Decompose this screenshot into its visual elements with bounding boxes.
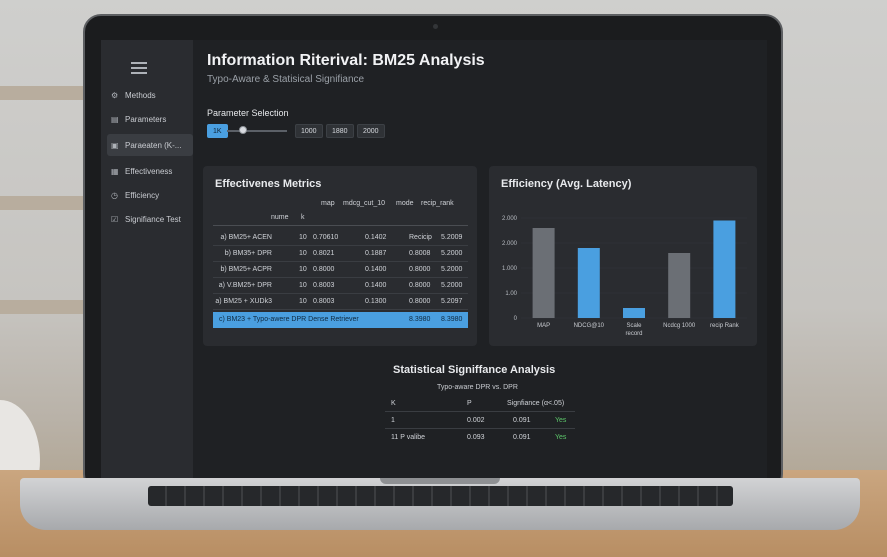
main-content: Information Riterival: BM25 Analysis Typ… [193,40,767,480]
significance-yes-badge: Yes [555,434,567,441]
laptop-notch [380,478,500,484]
significance-header: K P Signfiance (α<.05) [385,396,575,412]
table-row[interactable]: a) BM25+ ACEN 10 0.70610 0.1402 Recicip … [213,230,468,246]
sidebar-item-label: Parameters [125,114,167,124]
background-shelf [0,196,95,210]
significance-subtitle: Typo-aware DPR vs. DPR [437,384,518,391]
sidebar-item-parameters[interactable]: ▤ Parameters [107,108,189,130]
y-tick-label: 0 [514,316,518,322]
document-icon: ▣ [111,140,119,150]
y-tick-label: 1.00 [505,291,517,297]
param-chip-2000[interactable]: 2000 [357,124,385,138]
keyboard [148,486,733,506]
background-shelf [0,300,95,314]
table-row[interactable]: a) BM25 + XUDk3 10 0.8003 0.1300 0.8000 … [213,294,468,310]
webcam [433,24,438,29]
sidebar-item-significance-test[interactable]: ☑ Signifiance Test [107,208,189,230]
check-icon: ☑ [111,214,119,224]
x-tick-label: record [625,331,642,337]
chart-bar[interactable] [713,220,736,319]
table-row[interactable]: b) BM25+ ACPR 10 0.8000 0.1400 0.8000 5.… [213,262,468,278]
effectiveness-title: Effectivenes Metrics [215,178,322,190]
y-tick-label: 1.000 [502,266,518,272]
table-row[interactable]: 11 P valibe 0.093 0.091 Yes [385,430,575,446]
significance-table: K P Signfiance (α<.05) 1 0.002 0.091 Yes… [385,396,575,448]
table-row[interactable]: b) BM35+ DPR 10 0.8021 0.1887 0.8008 5.2… [213,246,468,262]
laptop-base [20,478,860,530]
page-title: Information Riterival: BM25 Analysis [207,52,485,69]
effectiveness-card: Effectivenes Metrics map mdcg_cut_10 mod… [203,166,477,346]
x-tick-label: MAP [537,323,550,329]
param-slider-handle[interactable] [239,126,247,134]
x-tick-label: Scale [626,323,642,329]
sidebar-item-effectiveness[interactable]: ▦ Effectiveness [107,160,189,182]
sidebar-item-efficiency[interactable]: ◷ Efficiency [107,184,189,206]
sliders-icon: ▤ [111,114,119,124]
gear-icon: ⚙ [111,90,119,100]
param-chip-1k[interactable]: 1K [207,124,228,138]
table-row-highlighted[interactable]: c) BM23 + Typo-awere DPR Dense Retriever… [213,312,468,328]
significance-yes-badge: Yes [555,417,567,424]
table-row[interactable]: 1 0.002 0.091 Yes [385,413,575,429]
page-subtitle: Typo-Aware & Statisical Signifiance [207,74,365,85]
sidebar-item-paraeaten[interactable]: ▣ Paraeaten (K-... [107,134,193,156]
laptop-lid: ⚙ Methods ▤ Parameters ▣ Paraeaten (K-..… [83,14,783,492]
table-subheader: nume k [213,210,468,226]
y-tick-label: 2.000 [502,241,518,247]
laptop-screen: ⚙ Methods ▤ Parameters ▣ Paraeaten (K-..… [101,40,767,480]
sidebar-item-label: Methods [125,90,156,100]
efficiency-bar-chart: 2.0002.0001.0001.000MAP NDCG@10 Scalerecor… [502,216,747,337]
parameter-selection-label: Parameter Selection [207,108,289,118]
clock-icon: ◷ [111,190,118,200]
x-tick-label: NDCG@10 [574,323,605,329]
chart-bar[interactable] [668,253,691,318]
chart-icon: ▦ [111,166,119,176]
chart-bar[interactable] [623,308,645,318]
background-shelf [0,86,95,100]
sidebar-item-label: Effectiveness [125,166,173,176]
sidebar-item-methods[interactable]: ⚙ Methods [107,84,189,106]
chart-bar[interactable] [577,248,600,318]
sidebar-item-label: Signifiance Test [125,214,181,224]
sidebar-item-label: Paraeaten (K-... [125,140,182,150]
chart-bar[interactable] [532,228,555,318]
sidebar: ⚙ Methods ▤ Parameters ▣ Paraeaten (K-..… [101,40,193,480]
x-tick-label: Ncdcg 1000 [663,323,696,329]
table-row[interactable]: a) V.BM25+ DPR 10 0.8003 0.1400 0.8000 5… [213,278,468,294]
menu-icon[interactable] [131,62,147,74]
efficiency-card: Efficiency (Avg. Latency) 2.000 2.000 1.00… [489,166,757,346]
param-chip-1880[interactable]: 1880 [326,124,354,138]
significance-title: Statistical Signiffance Analysis [393,364,556,376]
param-slider-track[interactable] [227,130,287,132]
x-tick-label: recip Rank [710,323,740,329]
param-chip-1000[interactable]: 1000 [295,124,323,138]
sidebar-item-label: Efficiency [125,190,160,200]
y-tick-label: 2.000 [502,216,518,222]
